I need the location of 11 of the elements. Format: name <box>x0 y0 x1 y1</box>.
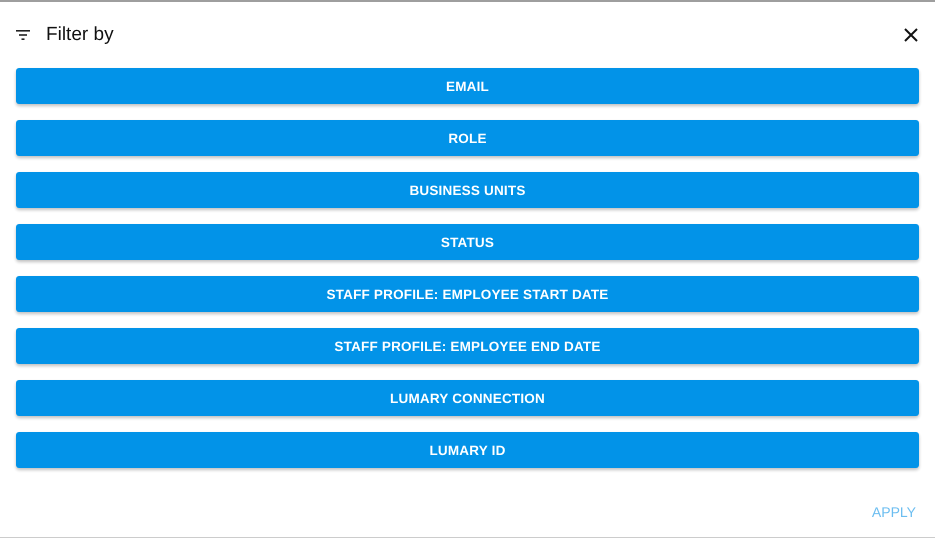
dialog-title: Filter by <box>46 24 115 46</box>
filter-button[interactable]: STAFF PROFILE: EMPLOYEE END DATE <box>16 328 919 364</box>
close-button[interactable] <box>903 27 919 43</box>
filter-button[interactable]: BUSINESS UNITS <box>16 172 919 208</box>
filter-button[interactable]: STAFF PROFILE: EMPLOYEE START DATE <box>16 276 919 312</box>
filter-button[interactable]: ROLE <box>16 120 919 156</box>
filter-button[interactable]: EMAIL <box>16 68 919 104</box>
filter-button[interactable]: LUMARY ID <box>16 432 919 468</box>
filter-icon <box>16 30 30 40</box>
filter-button[interactable]: STATUS <box>16 224 919 260</box>
filter-button[interactable]: LUMARY CONNECTION <box>16 380 919 416</box>
